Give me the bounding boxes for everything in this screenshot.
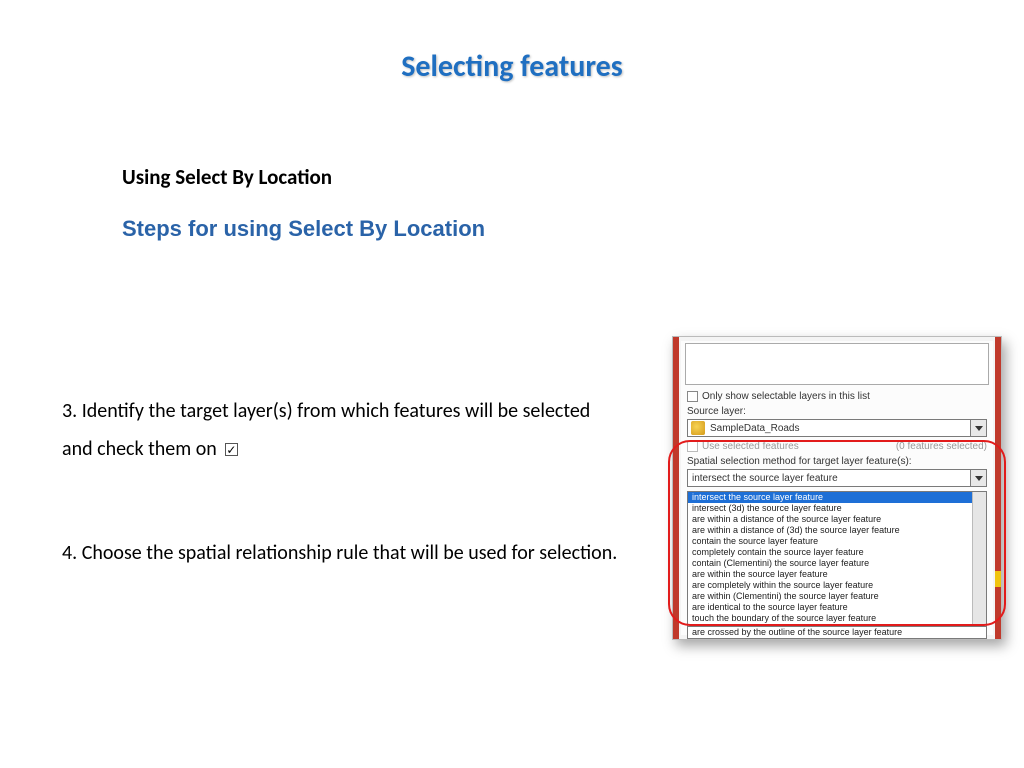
layer-icon	[691, 421, 705, 435]
only-selectable-label: Only show selectable layers in this list	[702, 391, 870, 402]
dialog-screenshot: Only show selectable layers in this list…	[672, 336, 1002, 640]
list-item[interactable]: completely contain the source layer feat…	[688, 547, 972, 558]
checkbox-icon[interactable]	[687, 391, 698, 402]
list-item[interactable]: touch the boundary of the source layer f…	[688, 613, 972, 624]
spatial-method-options-list[interactable]: intersect the source layer featureinters…	[687, 491, 987, 627]
scrollbar[interactable]	[972, 492, 986, 626]
list-item[interactable]: contain the source layer feature	[688, 536, 972, 547]
list-item[interactable]: are crossed by the outline of the source…	[687, 627, 987, 639]
window-accent	[995, 571, 1001, 587]
spatial-method-label: Spatial selection method for target laye…	[687, 456, 987, 467]
use-selected-row: Use selected features (0 features select…	[687, 441, 987, 452]
step-3-text: 3. Identify the target layer(s) from whi…	[62, 392, 622, 468]
source-layer-value: SampleData_Roads	[708, 423, 970, 434]
steps-heading: Steps for using Select By Location	[122, 216, 485, 242]
spatial-method-dropdown[interactable]: intersect the source layer feature	[687, 469, 987, 487]
list-item[interactable]: share a line segment with the source lay…	[688, 624, 972, 627]
list-item[interactable]: are completely within the source layer f…	[688, 580, 972, 591]
window-border-right	[995, 337, 1001, 639]
only-selectable-row[interactable]: Only show selectable layers in this list	[687, 391, 987, 402]
window-border-left	[673, 337, 679, 639]
slide-title: Selecting features	[0, 48, 1024, 85]
section-heading: Using Select By Location	[122, 164, 332, 190]
chevron-down-icon[interactable]	[970, 420, 986, 436]
use-selected-label: Use selected features	[702, 441, 799, 452]
list-item[interactable]: are within a distance of the source laye…	[688, 514, 972, 525]
source-layer-label: Source layer:	[687, 406, 987, 417]
chevron-down-icon[interactable]	[970, 470, 986, 486]
step-3-content: 3. Identify the target layer(s) from whi…	[62, 399, 590, 461]
list-item[interactable]: are within the source layer feature	[688, 569, 972, 580]
list-item[interactable]: intersect the source layer feature	[688, 492, 972, 503]
list-item[interactable]: are within (Clementini) the source layer…	[688, 591, 972, 602]
source-layer-dropdown[interactable]: SampleData_Roads	[687, 419, 987, 437]
checkbox-icon	[687, 441, 698, 452]
list-item[interactable]: contain (Clementini) the source layer fe…	[688, 558, 972, 569]
spatial-method-value: intersect the source layer feature	[688, 473, 970, 484]
features-selected-count: (0 features selected)	[896, 441, 987, 452]
target-layers-list[interactable]	[685, 343, 989, 385]
list-item[interactable]: intersect (3d) the source layer feature	[688, 503, 972, 514]
step-4-text: 4. Choose the spatial relationship rule …	[62, 534, 622, 572]
checked-box-icon	[225, 443, 238, 456]
list-item[interactable]: are identical to the source layer featur…	[688, 602, 972, 613]
list-item[interactable]: are within a distance of (3d) the source…	[688, 525, 972, 536]
